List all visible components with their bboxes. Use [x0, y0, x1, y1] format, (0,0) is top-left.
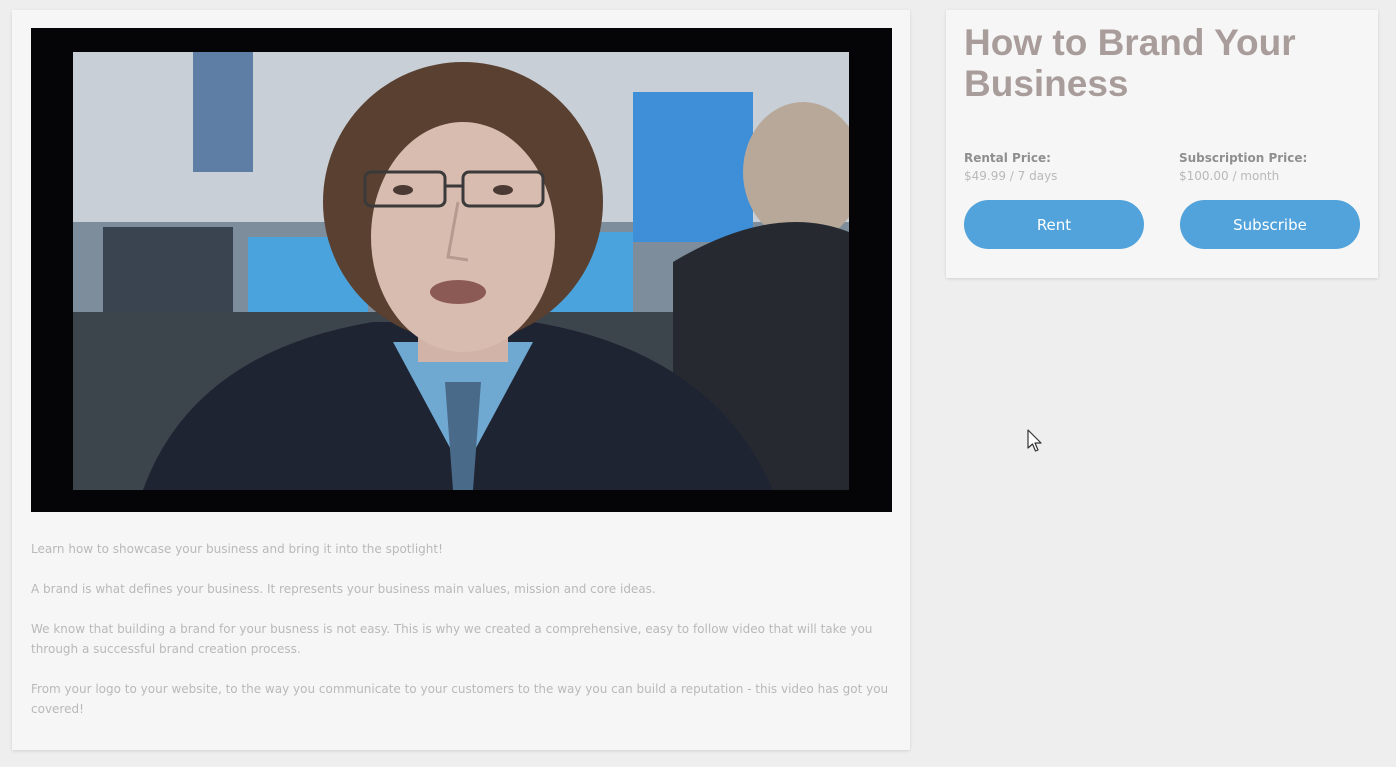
video-frame[interactable] — [73, 52, 849, 490]
product-title: How to Brand Your Business — [964, 22, 1296, 104]
rent-button[interactable]: Rent — [964, 200, 1144, 249]
subscribe-button[interactable]: Subscribe — [1180, 200, 1360, 249]
video-still-image — [73, 52, 849, 490]
video-description: Learn how to showcase your business and … — [31, 539, 893, 739]
rental-price: Rental Price: $49.99 / 7 days — [964, 150, 1057, 186]
mouse-pointer-icon — [1027, 429, 1043, 457]
description-paragraph: A brand is what defines your business. I… — [31, 582, 656, 596]
subscription-price: Subscription Price: $100.00 / month — [1179, 150, 1307, 186]
rental-price-label: Rental Price: — [964, 151, 1051, 165]
rental-price-value: $49.99 / 7 days — [964, 169, 1058, 183]
video-player[interactable] — [31, 28, 892, 512]
subscription-price-value: $100.00 / month — [1179, 169, 1280, 183]
video-card: Learn how to showcase your business and … — [12, 10, 910, 750]
description-paragraph: Learn how to showcase your business and … — [31, 542, 443, 556]
subscription-price-label: Subscription Price: — [1179, 151, 1308, 165]
purchase-panel: How to Brand Your Business Rental Price:… — [946, 10, 1378, 278]
description-paragraph: From your logo to your website, to the w… — [31, 682, 889, 716]
description-paragraph: We know that building a brand for your b… — [31, 622, 873, 656]
